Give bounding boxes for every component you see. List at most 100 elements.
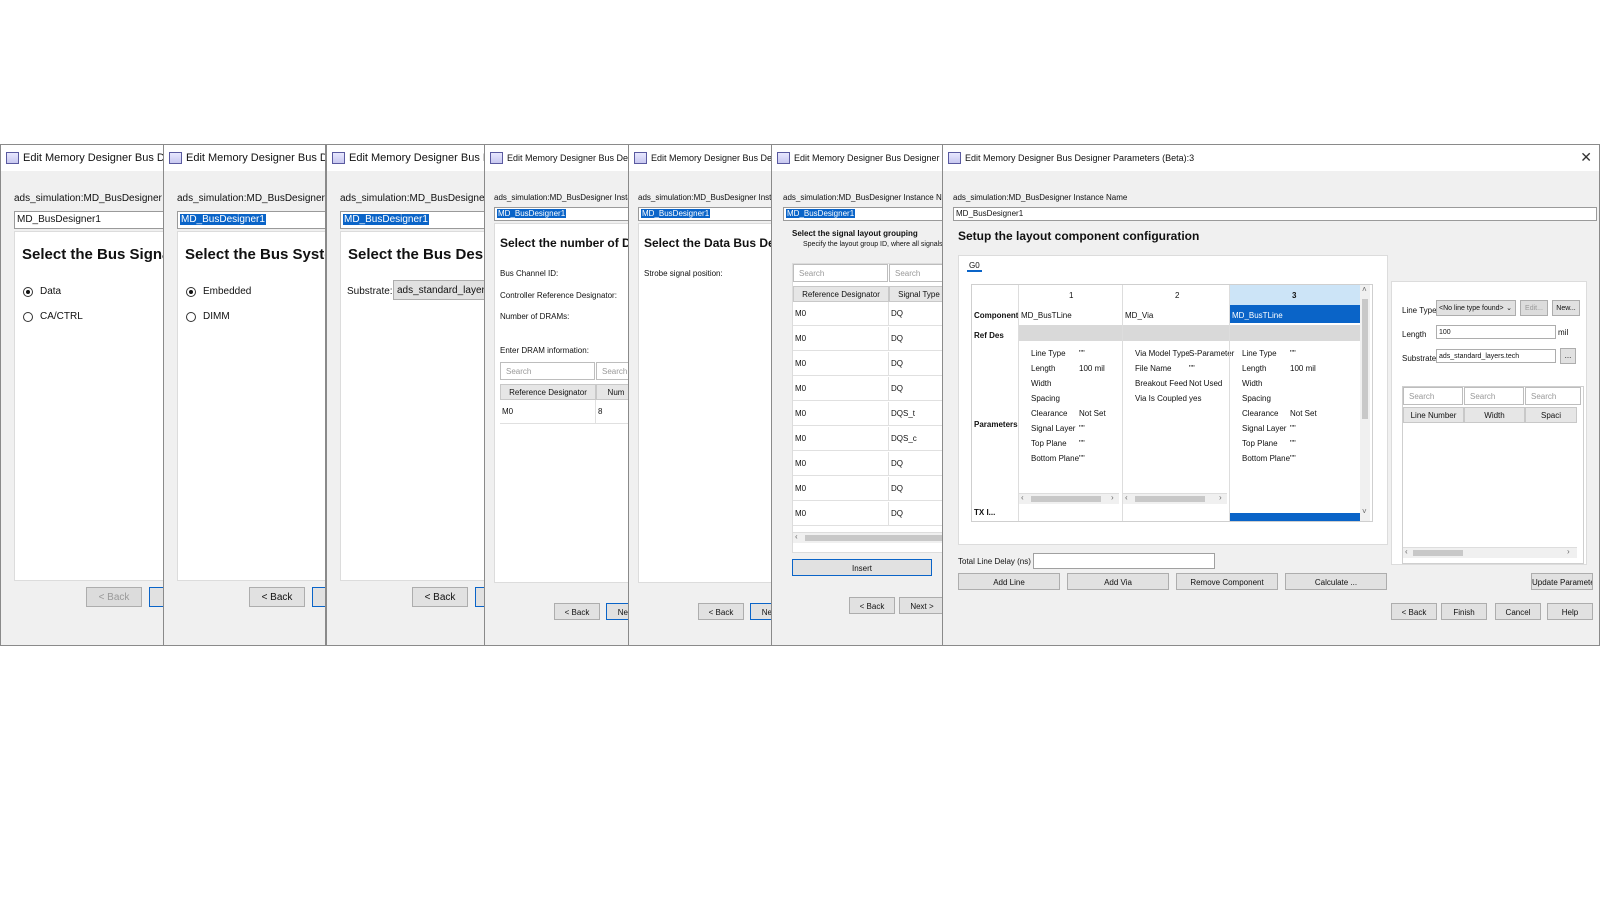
edit-line-type-button[interactable]: Edit... [1520,300,1548,316]
instance-name-input[interactable]: MD_BusDesigner1 [177,211,325,229]
parameter-value[interactable]: "" [1189,364,1195,373]
column-header[interactable]: Num [596,384,629,400]
column-header[interactable]: Width [1464,407,1525,423]
substrate-select[interactable]: ads_standard_layers:tech [393,280,485,300]
radio-ca-ctrl[interactable]: CA/CTRL [23,311,83,322]
substrate-input[interactable]: ads_standard_layers.tech [1436,349,1556,363]
scroll-right-icon[interactable]: › [1111,493,1114,502]
cancel-button[interactable]: Cancel [1495,603,1541,620]
tab-g0[interactable]: G0 [967,261,982,272]
substrate-browse-button[interactable]: ... [1560,348,1576,364]
remove-component-button[interactable]: Remove Component [1176,573,1278,590]
ref-des-cell[interactable] [1019,325,1123,341]
horizontal-scrollbar[interactable]: ‹ [793,532,943,543]
parameter-value[interactable]: "" [1290,349,1296,358]
table-cell[interactable]: DQ [889,502,943,526]
back-button[interactable]: < Back [412,587,468,607]
search-input[interactable]: Search [793,264,888,282]
table-cell[interactable]: M0 [793,452,889,476]
line-type-select[interactable]: <No line type found> ⌄ [1436,300,1516,316]
back-button[interactable]: < Back [249,587,305,607]
table-cell[interactable]: DQ [889,327,943,351]
table-cell[interactable]: M0 [793,327,889,351]
scroll-up-icon[interactable]: ˄ [1362,285,1367,294]
component-column-2[interactable]: 2 MD_Via Via Model Type S-Parameter File N… [1122,285,1234,521]
back-button[interactable]: < Back [1391,603,1437,620]
parameter-value[interactable]: "" [1079,349,1085,358]
length-input[interactable]: 100 [1436,325,1556,339]
finish-button[interactable]: Finish [1441,603,1487,620]
table-cell[interactable]: M0 [793,377,889,401]
table-cell[interactable]: DQ [889,452,943,476]
parameter-value[interactable]: "" [1290,439,1296,448]
scrollbar-thumb[interactable] [805,535,943,541]
column-header[interactable]: Line Number [1403,407,1464,423]
instance-name-input[interactable]: MD_BusDesigner1 [340,211,485,229]
update-parameters-button[interactable]: Update Parameters [1531,573,1593,590]
radio-dimm[interactable]: DIMM [186,311,230,322]
table-cell[interactable]: M0 [793,402,889,426]
insert-button[interactable]: Insert [792,559,932,576]
back-button[interactable]: < Back [849,597,895,614]
parameter-value[interactable]: yes [1189,394,1201,403]
table-cell[interactable]: DQ [889,477,943,501]
horizontal-scrollbar[interactable]: ‹ › [1123,493,1227,504]
help-button[interactable]: Help [1547,603,1593,620]
next-button[interactable] [312,587,325,607]
next-button[interactable]: Next [606,603,629,620]
column-header[interactable]: Reference Designator [793,286,889,302]
parameter-value[interactable]: 100 mil [1079,364,1105,373]
scroll-left-icon[interactable]: ‹ [795,532,798,541]
close-icon[interactable]: ✕ [1580,149,1592,166]
title-bar[interactable]: Edit Memory Designer Bus Designer Parame… [629,145,772,171]
instance-name-input[interactable]: MD_BusDesigner1 [638,207,772,221]
scrollbar-thumb[interactable] [1413,550,1463,556]
table-cell[interactable]: M0 [793,502,889,526]
search-input[interactable]: Search [596,362,629,380]
table-cell[interactable]: DQS_c [889,427,943,451]
component-column-3[interactable]: 3 MD_BusTLine Line Type "" Length 100 mil Wi… [1229,285,1360,521]
ref-des-cell[interactable] [1123,325,1230,341]
parameter-value[interactable]: "" [1290,454,1296,463]
scroll-down-icon[interactable]: ˅ [1362,507,1367,516]
search-input[interactable]: Search [1403,387,1463,405]
table-cell[interactable]: DQ [889,377,943,401]
table-cell[interactable]: M0 [793,302,889,326]
search-input[interactable]: Search [1464,387,1524,405]
column-header[interactable]: Spaci [1525,407,1577,423]
table-cell[interactable]: M0 [500,400,596,424]
parameter-value[interactable]: S-Parameter [1189,349,1234,358]
title-bar[interactable]: Edit Memory Designer Bus Designer Parame… [485,145,629,171]
scrollbar-thumb[interactable] [1362,299,1368,419]
parameter-value[interactable]: Not Used [1189,379,1222,388]
search-input[interactable]: Search [500,362,595,380]
back-button[interactable]: < Back [554,603,600,620]
title-bar[interactable]: Edit Memory Designer Bus Designer Parame… [1,145,164,171]
instance-name-input[interactable]: MD_BusDesigner1 [953,207,1597,221]
column-header[interactable]: Reference Designator [500,384,596,400]
horizontal-scrollbar[interactable]: ‹ › [1403,547,1577,558]
horizontal-scrollbar[interactable]: ‹ › [1019,493,1119,504]
calculate-button[interactable]: Calculate ... [1285,573,1387,590]
parameter-value[interactable]: "" [1079,424,1085,433]
title-bar[interactable]: Edit Memory Designer Bus Designer Parame… [943,145,1599,171]
parameter-value[interactable]: "" [1079,439,1085,448]
search-input[interactable]: Search [1525,387,1581,405]
scroll-right-icon[interactable]: › [1219,493,1222,502]
table-cell[interactable]: 8 [596,400,629,424]
table-cell[interactable]: M0 [793,477,889,501]
back-button[interactable]: < Back [86,587,142,607]
add-via-button[interactable]: Add Via [1067,573,1169,590]
next-button[interactable]: Next > [899,597,943,614]
table-cell[interactable]: DQ [889,352,943,376]
column-header[interactable]: Signal Type [889,286,943,302]
instance-name-input[interactable]: MD_BusDesigner1 [494,207,629,221]
total-line-delay-input[interactable] [1033,553,1215,569]
scroll-left-icon[interactable]: ‹ [1125,493,1128,502]
parameter-value[interactable]: Not Set [1290,409,1317,418]
instance-name-input[interactable]: MD_BusDesigner1 [783,207,943,221]
back-button[interactable]: < Back [698,603,744,620]
search-input[interactable]: Search [889,264,943,282]
parameter-value[interactable]: 100 mil [1290,364,1316,373]
scroll-left-icon[interactable]: ‹ [1021,493,1024,502]
